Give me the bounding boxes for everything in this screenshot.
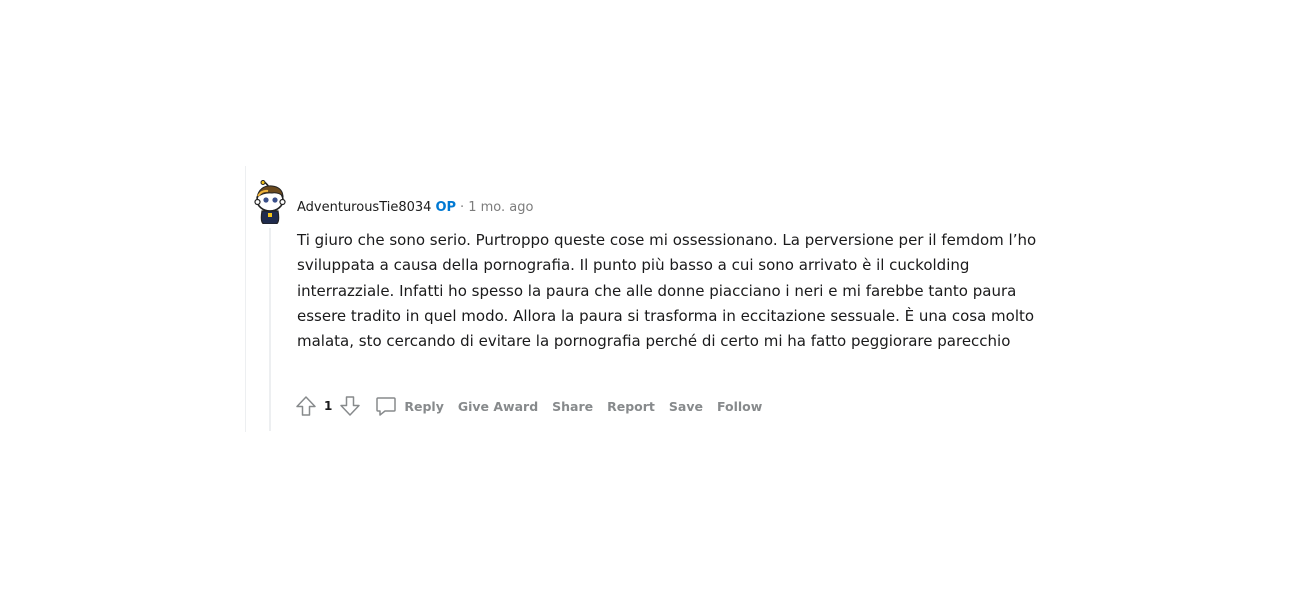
snoo-avatar-icon (254, 180, 286, 225)
comment-action-bar: 1 Reply Give Award Share Report Save Fol… (294, 394, 762, 418)
comment-timestamp[interactable]: 1 mo. ago (468, 200, 533, 215)
comment-text: Ti giuro che sono serio. Purtroppo quest… (297, 231, 1037, 351)
comment-meta: AdventurousTie8034 OP · 1 mo. ago (297, 200, 533, 216)
op-badge: OP (435, 200, 457, 215)
comment-thread-line[interactable] (269, 228, 271, 431)
comment-bubble-icon (376, 397, 397, 416)
follow-button[interactable]: Follow (717, 399, 762, 414)
downvote-arrow-icon[interactable] (338, 394, 362, 418)
report-button[interactable]: Report (607, 399, 655, 414)
meta-separator: · (460, 200, 465, 215)
comment-body: Ti giuro che sono serio. Purtroppo quest… (297, 228, 1057, 354)
vote-score: 1 (324, 399, 333, 413)
save-button[interactable]: Save (669, 399, 703, 414)
reply-button[interactable]: Reply (374, 394, 444, 418)
author-username[interactable]: AdventurousTie8034 (297, 200, 431, 215)
upvote-arrow-icon[interactable] (294, 394, 318, 418)
share-button[interactable]: Share (552, 399, 593, 414)
reply-label: Reply (404, 398, 444, 414)
avatar[interactable] (254, 180, 286, 225)
give-award-button[interactable]: Give Award (458, 399, 538, 414)
parent-thread-line[interactable] (245, 166, 246, 432)
